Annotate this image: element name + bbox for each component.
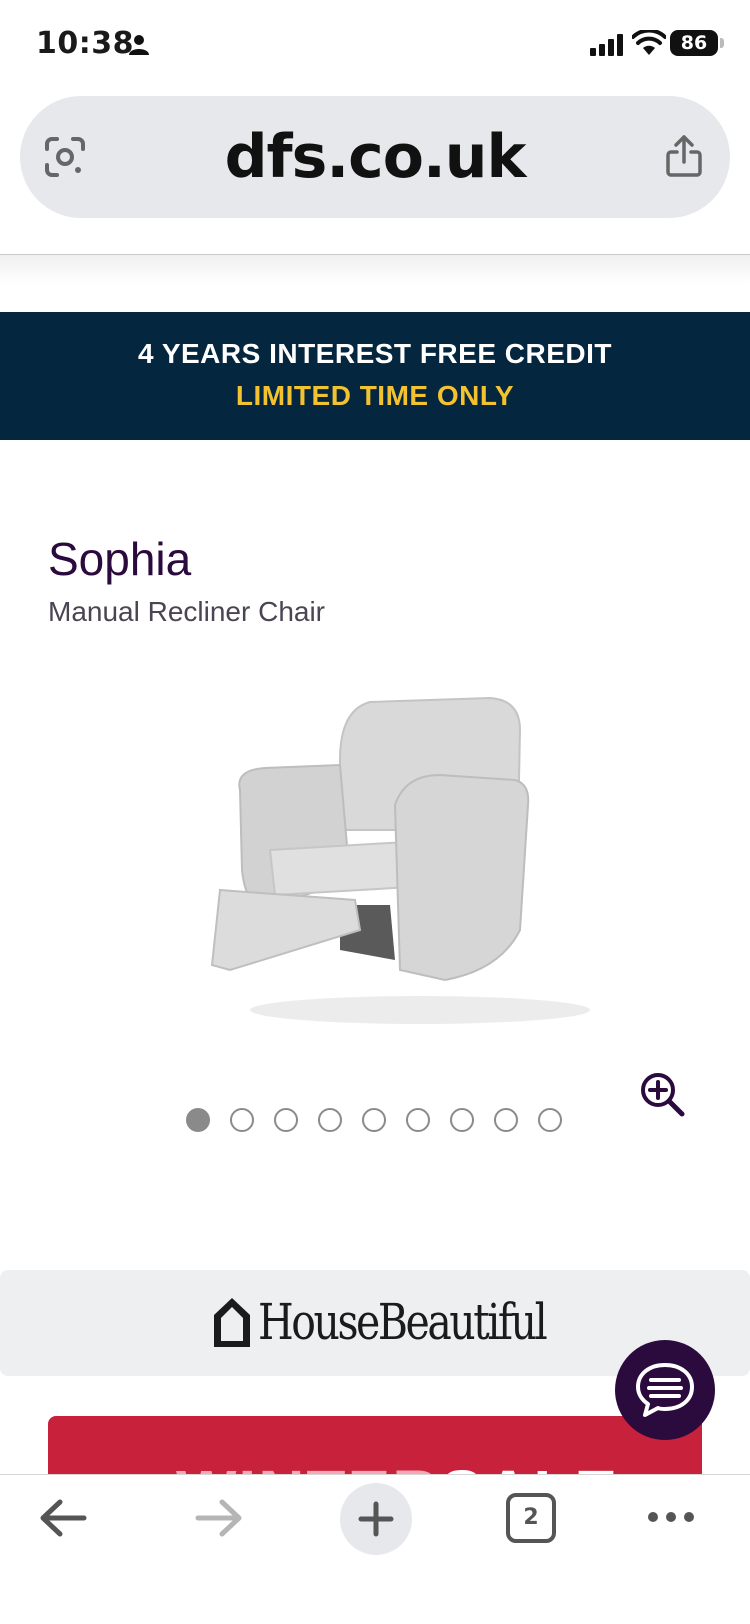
url-text[interactable]: dfs.co.uk <box>20 122 730 192</box>
share-icon[interactable] <box>664 134 704 178</box>
sale-text: WINTERSALE <box>176 1456 619 1476</box>
forward-icon[interactable] <box>194 1497 244 1539</box>
product-name: Sophia <box>48 533 192 585</box>
carousel-dot[interactable] <box>186 1108 210 1132</box>
carousel-dot[interactable] <box>494 1108 518 1132</box>
carousel-dot[interactable] <box>538 1108 562 1132</box>
carousel-dot[interactable] <box>230 1108 254 1132</box>
battery-cap <box>720 38 724 48</box>
new-tab-button[interactable] <box>340 1483 412 1555</box>
winter-sale-banner[interactable]: WINTERSALE <box>48 1416 702 1476</box>
person-icon <box>129 35 149 55</box>
promo-banner[interactable]: 4 YEARS INTEREST FREE CREDIT LIMITED TIM… <box>0 312 750 440</box>
product-type: Manual Recliner Chair <box>48 596 326 627</box>
back-icon[interactable] <box>38 1497 88 1539</box>
status-time: 10:38 <box>36 26 134 61</box>
tab-switcher-button[interactable]: 2 <box>506 1493 556 1543</box>
battery-indicator: 86 <box>670 30 718 56</box>
carousel-dot[interactable] <box>274 1108 298 1132</box>
carousel-dot[interactable] <box>450 1108 474 1132</box>
chat-button[interactable] <box>615 1340 715 1440</box>
carousel-dot[interactable] <box>318 1108 342 1132</box>
signal-icon <box>590 34 623 56</box>
browser-toolbar: 2 <box>0 1474 750 1624</box>
product-image[interactable] <box>190 680 710 1050</box>
address-bar[interactable]: dfs.co.uk <box>20 96 730 218</box>
promo-subline: LIMITED TIME ONLY <box>235 380 515 411</box>
status-bar: 10:38 86 <box>0 0 750 90</box>
wifi-icon <box>632 30 666 55</box>
chat-icon <box>636 1363 694 1417</box>
house-icon <box>214 1298 250 1347</box>
promo-headline: 4 YEARS INTEREST FREE CREDIT <box>137 338 612 369</box>
carousel-dot[interactable] <box>406 1108 430 1132</box>
plus-icon <box>358 1501 394 1537</box>
carousel-dots[interactable] <box>186 1108 562 1134</box>
house-beautiful-text: HouseBeautiful <box>258 1293 548 1351</box>
carousel-dot[interactable] <box>362 1108 386 1132</box>
more-icon[interactable] <box>646 1505 696 1529</box>
zoom-icon[interactable] <box>638 1070 686 1118</box>
house-beautiful-logo: HouseBeautiful <box>212 1292 608 1352</box>
header-shadow <box>0 255 750 285</box>
